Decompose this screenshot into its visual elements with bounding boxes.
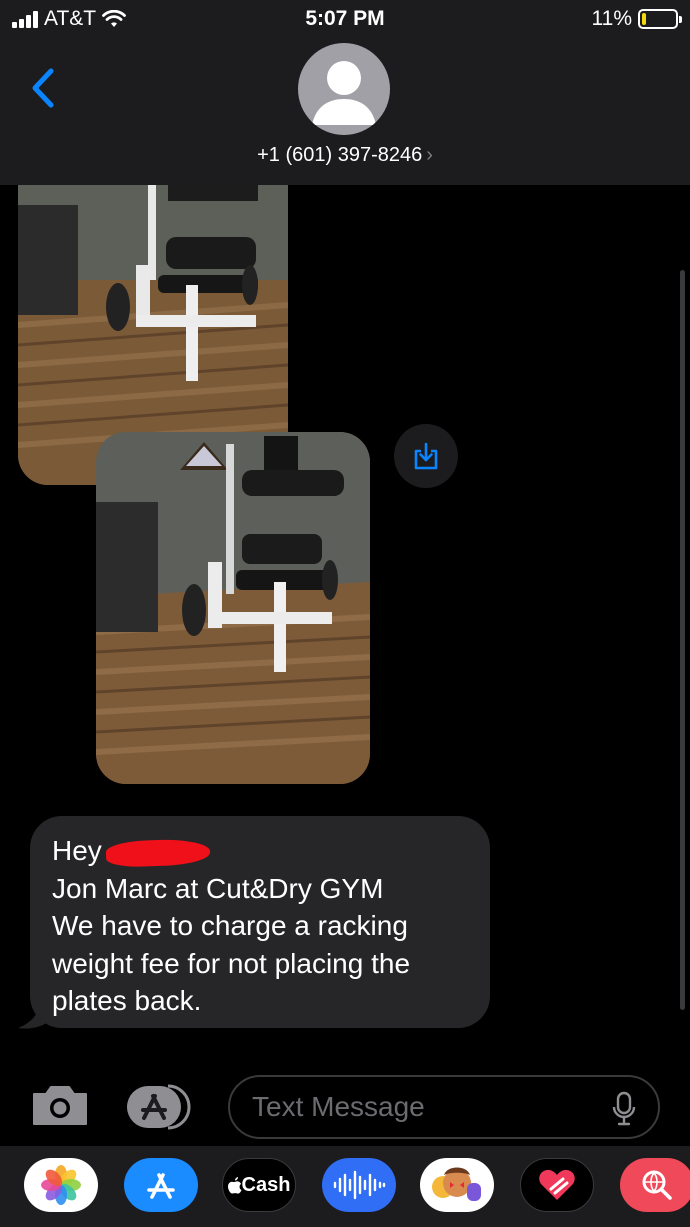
battery-level-fill bbox=[642, 13, 646, 25]
apple-cash-app-button[interactable]: Cash bbox=[222, 1158, 296, 1212]
message-greeting: Hey bbox=[52, 835, 102, 866]
photos-app-button[interactable] bbox=[24, 1158, 98, 1212]
apple-cash-icon bbox=[227, 1177, 242, 1194]
back-button[interactable] bbox=[24, 65, 60, 111]
save-photo-button[interactable] bbox=[394, 424, 458, 488]
battery-status: 11% bbox=[591, 7, 682, 31]
app-store-icon bbox=[147, 1173, 175, 1199]
conversation-scrollbar[interactable] bbox=[680, 270, 685, 1010]
conversation-header: AT&T 5:07 PM 11% +1 (601) 397-8246 › bbox=[0, 0, 690, 185]
message-input[interactable] bbox=[252, 1087, 612, 1127]
battery-icon bbox=[638, 9, 682, 29]
contact-number: +1 (601) 397-8246 bbox=[257, 144, 423, 166]
message-line: plates back. bbox=[52, 985, 202, 1016]
message-line: Jon Marc at Cut&Dry GYM bbox=[52, 872, 384, 904]
memoji-app-button[interactable] bbox=[420, 1158, 494, 1212]
images-search-app-button[interactable] bbox=[620, 1158, 690, 1212]
camera-icon bbox=[33, 1086, 87, 1125]
status-bar: AT&T 5:07 PM 11% bbox=[0, 0, 690, 40]
person-silhouette-icon bbox=[312, 61, 376, 125]
audio-message-icon bbox=[333, 1170, 386, 1200]
chevron-right-icon: › bbox=[426, 144, 433, 166]
images-search-icon bbox=[642, 1170, 672, 1200]
microphone-icon[interactable] bbox=[612, 1091, 636, 1127]
digital-touch-app-button[interactable] bbox=[520, 1158, 594, 1212]
battery-percent: 11% bbox=[591, 7, 632, 30]
digital-touch-icon bbox=[539, 1169, 575, 1200]
audio-message-app-button[interactable] bbox=[322, 1158, 396, 1212]
chevron-left-icon bbox=[32, 68, 54, 108]
memoji-icon bbox=[432, 1167, 481, 1201]
contact-details-link[interactable]: +1 (601) 397-8246 › bbox=[0, 144, 690, 167]
camera-button[interactable] bbox=[30, 1082, 90, 1128]
app-store-icon bbox=[127, 1084, 191, 1130]
save-icon bbox=[414, 442, 438, 470]
photos-icon bbox=[41, 1165, 81, 1205]
redacted-name-marker bbox=[105, 837, 211, 868]
clock: 5:07 PM bbox=[305, 7, 385, 30]
photo-attachment-2[interactable] bbox=[96, 432, 370, 784]
apple-cash-label: Cash bbox=[241, 1173, 291, 1196]
imessage-app-drawer: Cash bbox=[0, 1146, 690, 1227]
app-store-app-button[interactable] bbox=[124, 1158, 198, 1212]
message-line-greeting: Hey bbox=[52, 832, 468, 870]
message-line: weight fee for not placing the bbox=[52, 947, 411, 979]
message-line: We have to charge a racking bbox=[52, 910, 408, 941]
app-store-toggle-button[interactable] bbox=[124, 1082, 198, 1132]
contact-avatar[interactable] bbox=[298, 43, 390, 135]
message-composer bbox=[228, 1075, 660, 1139]
incoming-message-bubble[interactable]: Hey Jon Marc at Cut&Dry GYM We have to c… bbox=[30, 816, 490, 1028]
gym-machine-photo-icon bbox=[96, 432, 370, 784]
